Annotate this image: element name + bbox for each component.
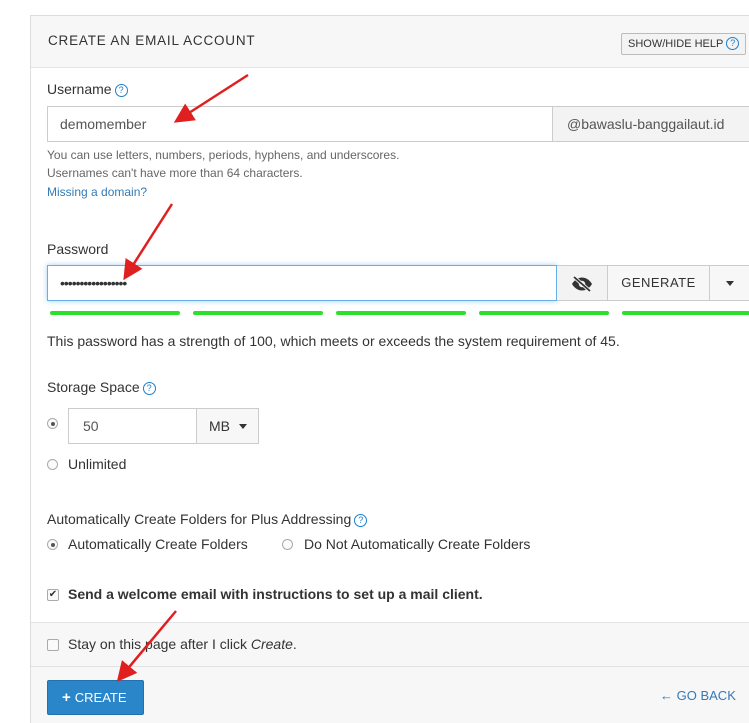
chevron-down-icon xyxy=(726,281,734,286)
storage-unit-label: MB xyxy=(209,418,230,434)
show-hide-help-label: SHOW/HIDE HELP xyxy=(628,38,724,50)
footer-divider xyxy=(31,666,749,667)
password-strength-meter xyxy=(50,311,749,316)
password-strength-text: This password has a strength of 100, whi… xyxy=(47,333,620,349)
username-label: Username? xyxy=(47,81,128,97)
help-icon: ? xyxy=(726,37,740,50)
storage-label-text: Storage Space xyxy=(47,379,140,395)
generate-password-button[interactable]: GENERATE xyxy=(608,265,710,301)
plus-icon: + xyxy=(62,689,71,706)
username-input[interactable]: demomember xyxy=(47,106,552,142)
welcome-email-checkbox[interactable]: ✔ xyxy=(47,589,59,601)
username-label-text: Username xyxy=(47,81,112,97)
go-back-link[interactable]: ← GO BACK xyxy=(660,688,736,703)
no-auto-create-folders-radio[interactable] xyxy=(282,539,293,550)
auto-create-folders-label: Automatically Create Folders xyxy=(68,536,248,552)
storage-limited-radio[interactable] xyxy=(47,418,58,429)
strength-bar-2 xyxy=(193,311,323,315)
panel-title: CREATE AN EMAIL ACCOUNT xyxy=(48,33,256,48)
stay-on-page-checkbox[interactable] xyxy=(47,639,59,651)
generate-options-dropdown[interactable] xyxy=(710,265,749,301)
stay-on-page-label: Stay on this page after I click Create. xyxy=(68,636,297,652)
domain-addon: @bawaslu-banggailaut.id xyxy=(552,106,749,142)
strength-bar-3 xyxy=(336,311,466,315)
storage-unlimited-label: Unlimited xyxy=(68,456,127,472)
strength-bar-4 xyxy=(479,311,609,315)
plus-addressing-label: Automatically Create Folders for Plus Ad… xyxy=(47,511,368,527)
password-input[interactable]: ••••••••••••••••• xyxy=(47,265,557,301)
storage-unlimited-radio[interactable] xyxy=(47,459,58,470)
go-back-label: GO BACK xyxy=(676,688,736,703)
plus-addressing-help-icon[interactable]: ? xyxy=(354,514,368,527)
plus-addressing-label-text: Automatically Create Folders for Plus Ad… xyxy=(47,511,352,527)
strength-bar-1 xyxy=(50,311,180,315)
toggle-password-visibility-button[interactable] xyxy=(557,265,608,301)
stay-on-page-label-suffix: . xyxy=(292,636,297,652)
eye-slash-icon xyxy=(572,276,592,292)
create-button[interactable]: + CREATE xyxy=(47,680,144,715)
show-hide-help-button[interactable]: SHOW/HIDE HELP ? xyxy=(621,33,747,55)
username-help-icon[interactable]: ? xyxy=(114,84,128,97)
storage-unit-dropdown[interactable]: MB xyxy=(196,408,259,444)
chevron-down-icon xyxy=(239,424,247,429)
welcome-email-label: Send a welcome email with instructions t… xyxy=(68,586,483,602)
password-label: Password xyxy=(47,241,109,257)
auto-create-folders-radio[interactable] xyxy=(47,539,58,550)
create-button-label: CREATE xyxy=(74,690,127,705)
strength-bar-5 xyxy=(622,311,749,315)
no-auto-create-folders-label: Do Not Automatically Create Folders xyxy=(304,536,531,552)
panel-header: CREATE AN EMAIL ACCOUNT SHOW/HIDE HELP ? xyxy=(31,16,749,68)
stay-on-page-label-emphasis: Create xyxy=(250,636,293,652)
username-help-line-1: You can use letters, numbers, periods, h… xyxy=(47,148,400,162)
missing-domain-link[interactable]: Missing a domain? xyxy=(47,185,147,199)
arrow-left-icon: ← xyxy=(660,688,673,703)
storage-quota-input[interactable]: 50 xyxy=(68,408,196,444)
storage-label: Storage Space? xyxy=(47,379,156,395)
storage-help-icon[interactable]: ? xyxy=(142,382,156,395)
stay-on-page-label-prefix: Stay on this page after I click xyxy=(68,636,251,652)
username-help-line-2: Usernames can't have more than 64 charac… xyxy=(47,166,303,180)
